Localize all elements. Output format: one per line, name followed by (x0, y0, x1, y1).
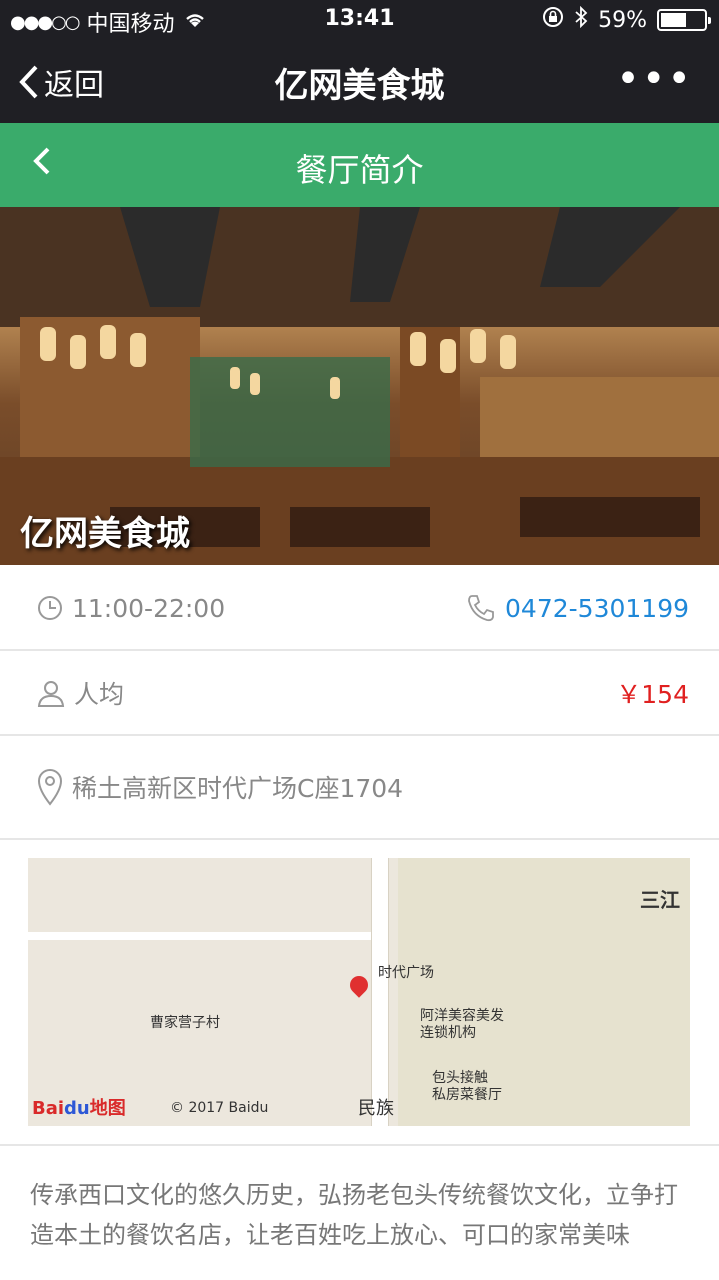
battery-icon (657, 9, 711, 31)
bluetooth-icon (574, 5, 588, 34)
baidu-logo: Baidu地图 (32, 1098, 126, 1119)
app-title: 亿网美食城 (274, 66, 445, 106)
clock-icon (38, 596, 62, 620)
battery-fill (661, 13, 686, 27)
hero-caption: 亿网美食城 (20, 514, 190, 554)
location-pin-icon (37, 769, 63, 806)
location-map[interactable]: 时代广场 曹家营子村 阿洋美容美发 连锁机构 包头接触 私房菜餐厅 三江 民族 … (28, 858, 690, 1126)
restaurant-hero-image: 亿网美食城 (0, 207, 719, 565)
wechat-nav-bar: 返回 亿网美食城 ••• (0, 40, 719, 123)
phone-icon (468, 595, 494, 622)
average-label: 人均 (74, 679, 125, 709)
map-marker-icon (346, 972, 372, 998)
phone-link[interactable]: 0472-5301199 (465, 567, 689, 649)
map-district-label: 三江 (640, 888, 680, 912)
map-poi-label: 时代广场 (378, 965, 434, 981)
map-village-label: 曹家营子村 (150, 1015, 220, 1031)
user-icon (37, 680, 65, 707)
address-text: 稀土高新区时代广场C座1704 (72, 774, 404, 803)
page-header: 餐厅简介 (0, 123, 719, 207)
phone-number[interactable]: 0472-5301199 (505, 594, 689, 623)
map-road (28, 932, 371, 940)
average-price: ￥154 (616, 679, 689, 709)
map-road-label: 民族 (358, 1098, 394, 1119)
opening-hours: 11:00-22:00 (72, 593, 226, 623)
address-row[interactable]: 稀土高新区时代广场C座1704 (0, 736, 719, 840)
more-menu-button[interactable]: ••• (616, 56, 693, 102)
map-copyright: © 2017 Baidu (170, 1100, 269, 1116)
battery-percent: 59% (598, 7, 647, 33)
average-price-row: 人均 ￥154 (0, 651, 719, 736)
map-restaurant-label: 包头接触 私房菜餐厅 (432, 1070, 502, 1103)
divider (0, 1144, 719, 1146)
hours-phone-row: 11:00-22:00 0472-5301199 (0, 567, 719, 651)
map-road (371, 858, 389, 1126)
restaurant-description: 传承西口文化的悠久历史，弘扬老包头传统餐饮文化，立争打造本土的餐饮名店，让老百姓… (30, 1181, 678, 1249)
page-title: 餐厅简介 (295, 151, 424, 189)
status-bar: ●●●○○ 中国移动 13:41 59% (0, 0, 719, 40)
map-salon-label: 阿洋美容美发 连锁机构 (420, 1008, 504, 1041)
rotation-lock-icon (542, 6, 564, 34)
